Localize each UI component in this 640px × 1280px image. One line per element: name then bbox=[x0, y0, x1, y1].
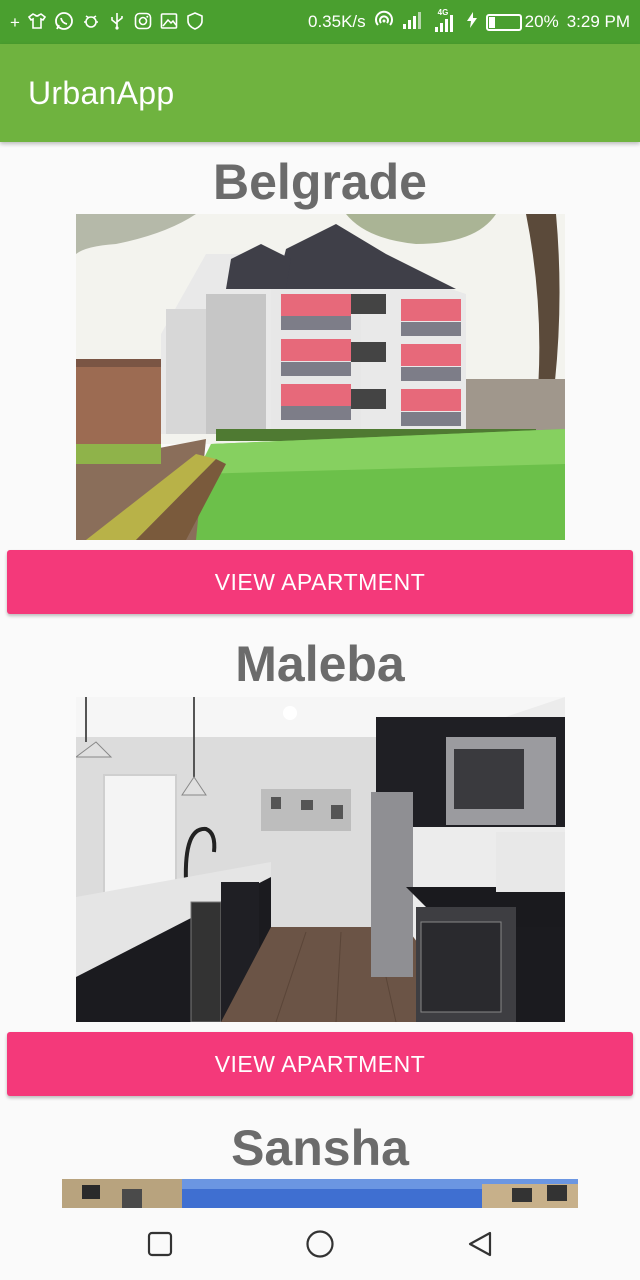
instagram-icon bbox=[134, 12, 152, 33]
listing-title: Sansha bbox=[231, 1120, 409, 1176]
back-triangle-icon[interactable] bbox=[456, 1220, 504, 1268]
apartment-list[interactable]: Belgrade VIEW APARTMENT Maleba VIEW APAR… bbox=[0, 142, 640, 1208]
view-apartment-button[interactable]: VIEW APARTMENT bbox=[7, 550, 633, 614]
notification-icons: + bbox=[10, 11, 204, 34]
battery-indicator: 20% bbox=[485, 12, 559, 32]
system-nav-bar bbox=[0, 1208, 640, 1280]
usb-icon bbox=[108, 12, 126, 33]
signal-icon bbox=[402, 11, 426, 34]
home-circle-icon[interactable] bbox=[296, 1220, 344, 1268]
signal-4g-icon: 4G bbox=[434, 8, 458, 32]
apartment-photo[interactable] bbox=[76, 697, 565, 1022]
whatsapp-icon bbox=[54, 11, 74, 34]
status-bar: + 0.35K/s 4G 20% 3:29 PM bbox=[0, 0, 640, 44]
hotspot-icon bbox=[374, 10, 394, 35]
app-bar: UrbanApp bbox=[0, 44, 640, 142]
listing-card-belgrade: Belgrade VIEW APARTMENT bbox=[0, 142, 640, 622]
battery-icon bbox=[485, 13, 522, 31]
apartment-photo[interactable] bbox=[76, 214, 565, 540]
clock: 3:29 PM bbox=[566, 12, 630, 31]
plus-icon: + bbox=[10, 12, 20, 32]
network-speed: 0.35K/s bbox=[308, 12, 366, 31]
gallery-icon bbox=[160, 12, 178, 33]
listing-title: Maleba bbox=[235, 636, 405, 692]
app-title: UrbanApp bbox=[28, 74, 175, 111]
view-apartment-button[interactable]: VIEW APARTMENT bbox=[7, 1032, 633, 1096]
charging-icon bbox=[466, 11, 478, 34]
recents-square-icon[interactable] bbox=[136, 1220, 184, 1268]
listing-card-maleba: Maleba VIEW APARTMENT bbox=[0, 624, 640, 1104]
battery-percent: 20% bbox=[524, 12, 559, 31]
shield-icon bbox=[186, 11, 204, 33]
battery-fill bbox=[488, 16, 496, 28]
usb-debug-icon bbox=[82, 12, 100, 33]
system-status: 0.35K/s 4G 20% 3:29 PM bbox=[308, 8, 630, 35]
shirt-icon bbox=[27, 12, 47, 33]
network-type-label: 4G bbox=[437, 8, 449, 17]
apartment-photo[interactable] bbox=[62, 1179, 578, 1208]
listing-card-sansha: Sansha bbox=[0, 1106, 640, 1208]
listing-title: Belgrade bbox=[213, 154, 427, 210]
